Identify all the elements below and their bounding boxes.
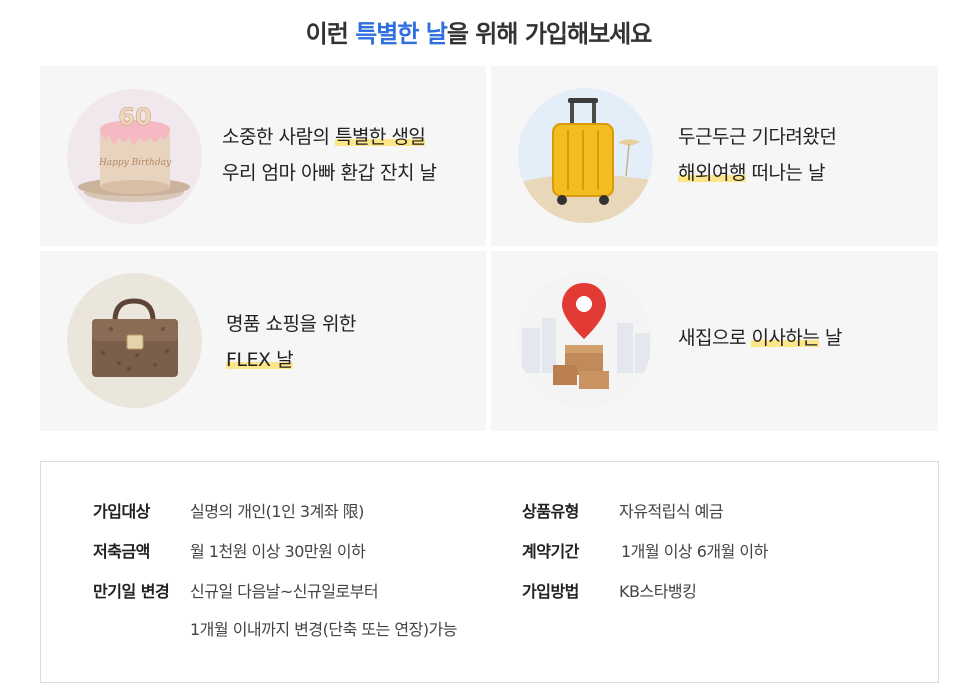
occasion-card-birthday: Happy Birthday 60 소중한 사람의 특별한 생일 우리 엄마 아…	[40, 66, 486, 246]
card-text-moving: 새집으로 이사하는 날	[678, 320, 842, 356]
title-text-before: 이런	[305, 20, 356, 48]
card-line: 해외여행 떠나는 날	[678, 155, 836, 191]
occasion-card-moving: 새집으로 이사하는 날	[491, 251, 938, 431]
card-line-highlight: FLEX 날	[226, 349, 294, 371]
card-line-highlight: 특별한 생일	[334, 126, 426, 148]
info-label: 가입방법	[522, 582, 579, 601]
card-line: 우리 엄마 아빠 환갑 잔치 날	[222, 162, 437, 184]
info-value: 자유적립식 예금	[619, 502, 724, 521]
info-value: 실명의 개인(1인 3계좌 限)	[190, 502, 364, 521]
occasion-card-travel: 두근두근 기다려왔던 해외여행 떠나는 날	[491, 66, 938, 246]
info-label: 만기일 변경	[93, 582, 170, 601]
info-value: 신규일 다음날~신규일로부터	[190, 582, 379, 601]
info-label: 상품유형	[522, 502, 579, 521]
info-value-continued: 1개월 이내까지 변경(단축 또는 연장)가능	[190, 620, 458, 639]
card-line: 새집으로 이사하는 날	[678, 320, 842, 356]
card-line-highlight: 이사하는	[751, 327, 820, 349]
title-text-after: 을 위해 가입해보세요	[446, 20, 652, 48]
card-line-text: 소중한 사람의	[222, 126, 335, 148]
product-info-box: 가입대상 실명의 개인(1인 3계좌 限) 저축금액 월 1천원 이상 30만원…	[40, 461, 939, 683]
title-highlight: 특별한 날	[355, 20, 448, 48]
moving-boxes-image	[517, 273, 652, 408]
info-value: KB스타뱅킹	[619, 582, 697, 601]
card-line: 두근두근 기다려왔던	[678, 126, 837, 148]
info-value: 월 1천원 이상 30만원 이하	[190, 542, 366, 561]
occasion-card-shopping: 명품 쇼핑을 위한 FLEX 날	[40, 251, 486, 431]
card-line-text: 날	[819, 327, 842, 349]
info-label: 저축금액	[93, 542, 150, 561]
card-line-text: 새집으로	[678, 327, 752, 349]
card-text-shopping: 명품 쇼핑을 위한 FLEX 날	[226, 306, 356, 378]
card-line-highlight: 해외여행	[678, 162, 746, 184]
info-label: 가입대상	[93, 502, 150, 521]
card-text-birthday: 소중한 사람의 특별한 생일 우리 엄마 아빠 환갑 잔치 날	[222, 119, 437, 191]
card-text-travel: 두근두근 기다려왔던 해외여행 떠나는 날	[678, 119, 837, 191]
birthday-cake-image: Happy Birthday 60	[67, 89, 202, 224]
page-title: 이런 특별한 날을 위해 가입해보세요	[0, 14, 957, 49]
card-line: 소중한 사람의 특별한 생일	[222, 119, 436, 155]
card-line-text: 떠나는 날	[745, 162, 825, 184]
info-label: 계약기간	[522, 542, 579, 561]
handbag-image	[67, 273, 202, 408]
card-line: 명품 쇼핑을 위한	[226, 313, 356, 335]
cake-candle-number: 60	[118, 103, 151, 131]
card-line: FLEX 날	[226, 342, 356, 378]
info-value: 1개월 이상 6개월 이하	[621, 542, 768, 561]
cake-inscription: Happy Birthday	[98, 158, 172, 168]
suitcase-image	[518, 88, 653, 223]
